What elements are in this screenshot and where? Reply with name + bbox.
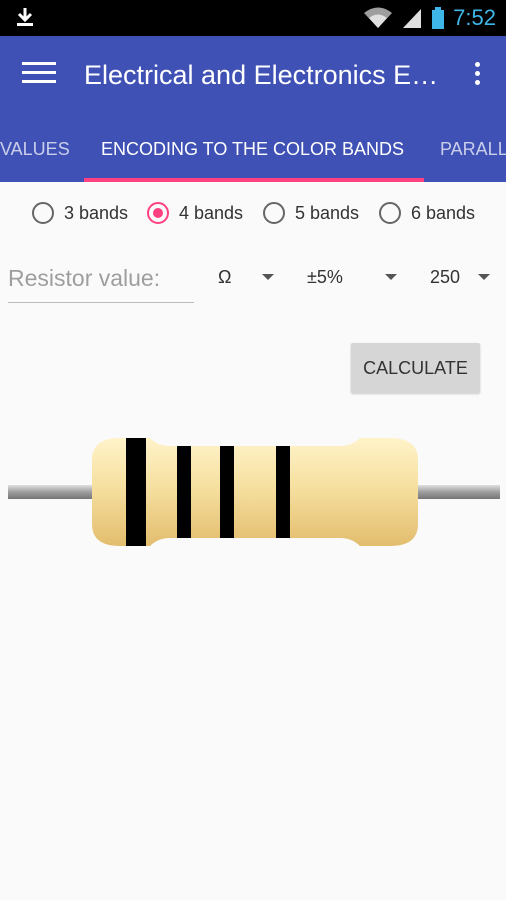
radio-label: 6 bands <box>411 202 476 223</box>
resistor-band-4 <box>276 446 290 538</box>
radio-5-bands[interactable]: 5 bands <box>263 196 359 230</box>
hamburger-menu-icon[interactable] <box>22 62 56 92</box>
dropdown-arrow-icon <box>385 274 397 280</box>
radio-label: 5 bands <box>295 202 360 223</box>
unit-spinner-value: Ω <box>218 266 232 287</box>
power-spinner[interactable]: 250 <box>430 262 490 292</box>
radio-6-bands[interactable]: 6 bands <box>379 196 475 230</box>
unit-spinner[interactable]: Ω <box>218 262 274 292</box>
resistor-lead-right <box>410 485 500 499</box>
band-count-radio-group: 3 bands 4 bands 5 bands 6 bands <box>0 196 506 230</box>
resistor-band-1 <box>126 438 146 546</box>
radio-label: 4 bands <box>179 202 244 223</box>
radio-3-bands[interactable]: 3 bands <box>32 196 128 230</box>
radio-circle <box>263 202 285 224</box>
tab-encoding-color-bands[interactable]: ENCODING TO THE COLOR BANDS <box>101 118 404 182</box>
wifi-icon <box>364 7 393 28</box>
resistor-lead-left <box>8 485 100 499</box>
resistor-band-2 <box>177 446 191 538</box>
overflow-menu-icon[interactable] <box>470 62 484 94</box>
resistor-value-input[interactable] <box>8 258 194 298</box>
power-spinner-value: 250 <box>430 266 461 287</box>
tolerance-spinner[interactable]: ±5% <box>307 262 397 292</box>
tab-values[interactable]: VALUES <box>0 118 70 182</box>
radio-4-bands[interactable]: 4 bands <box>147 196 243 230</box>
dropdown-arrow-icon <box>262 274 274 280</box>
signal-icon <box>403 9 422 28</box>
resistor-value-field <box>8 258 194 303</box>
tab-parallel[interactable]: PARALLEL <box>440 118 506 182</box>
resistor-illustration <box>8 438 500 546</box>
radio-circle <box>379 202 401 224</box>
tolerance-spinner-value: ±5% <box>307 266 343 287</box>
battery-icon <box>432 7 445 29</box>
calculate-button[interactable]: CALCULATE <box>351 343 480 393</box>
radio-circle-checked <box>147 202 169 224</box>
dropdown-arrow-icon <box>478 274 490 280</box>
status-icons: 7:52 <box>363 0 496 36</box>
app-title: Electrical and Electronics Engineering <box>84 60 444 90</box>
tab-bar: VALUES ENCODING TO THE COLOR BANDS PARAL… <box>0 118 506 182</box>
app-bar: Electrical and Electronics Engineering <box>0 36 506 118</box>
status-time: 7:52 <box>453 5 496 30</box>
status-bar: 7:52 <box>0 0 506 36</box>
radio-circle <box>32 202 54 224</box>
download-icon <box>17 8 33 26</box>
tab-indicator <box>84 178 424 182</box>
resistor-band-3 <box>220 446 234 538</box>
radio-label: 3 bands <box>64 202 129 223</box>
